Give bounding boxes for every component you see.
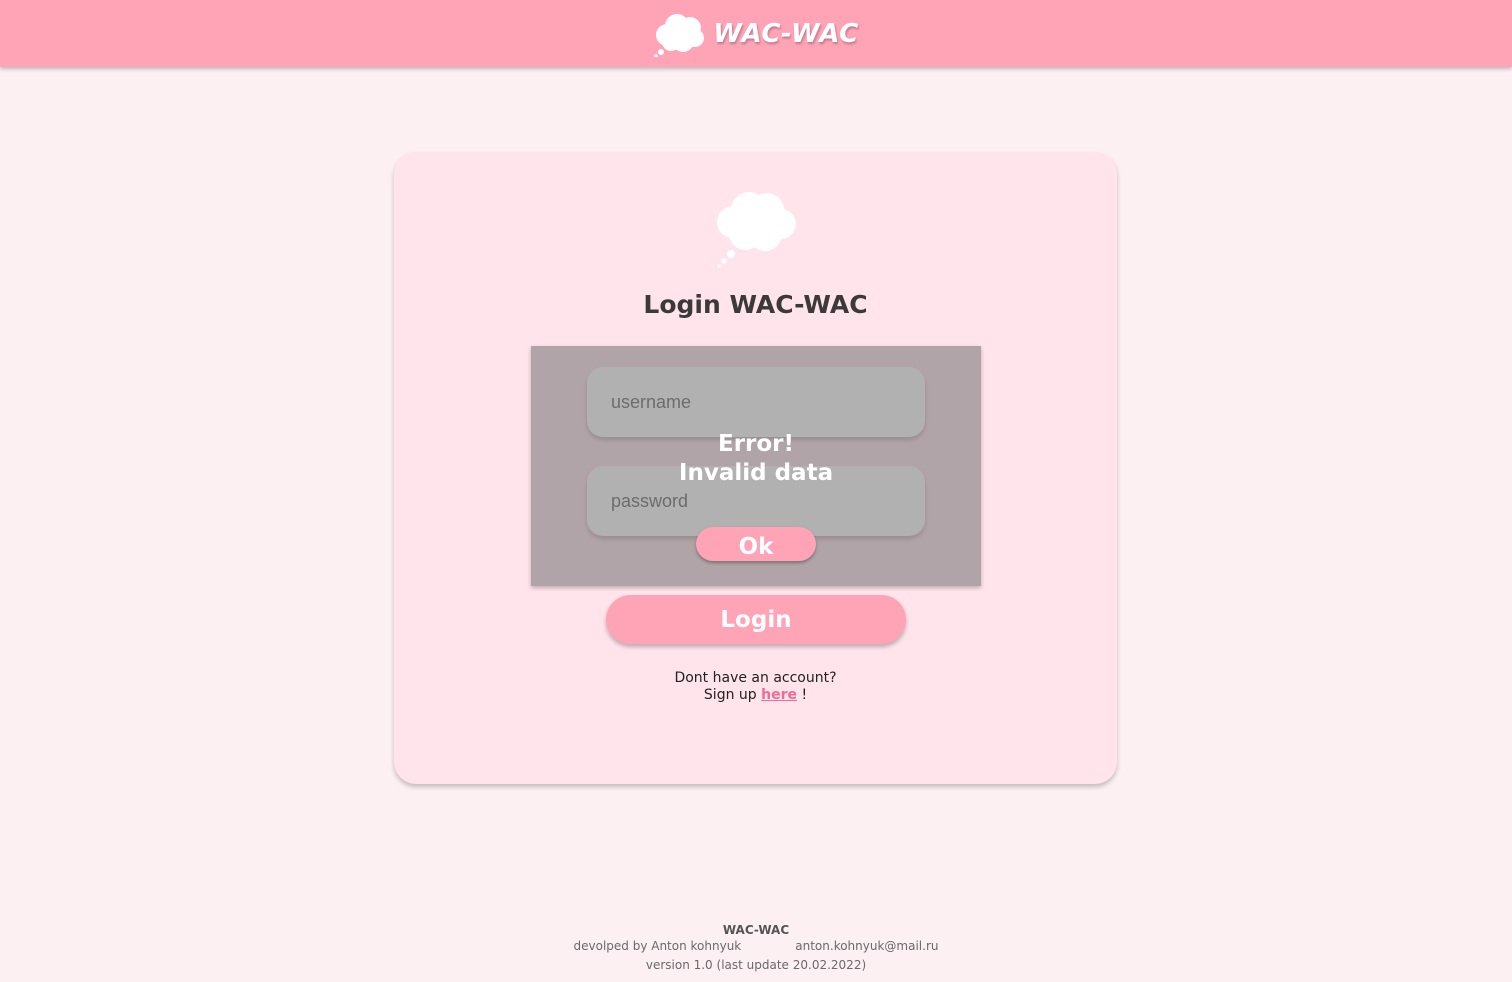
login-button[interactable]: Login [606, 595, 906, 644]
error-message: Error! Invalid data [531, 430, 981, 488]
signup-prompt: Dont have an account? Sign up here ! [394, 670, 1117, 704]
cloud-logo-icon [654, 13, 705, 57]
login-card: Login WAC-WAC Error! Invalid data Ok Log… [394, 152, 1117, 784]
error-detail: Invalid data [678, 460, 834, 486]
footer-credits: devolped by Anton kohnyuk anton.kohnyuk@… [0, 939, 1512, 954]
signup-link[interactable]: here [761, 687, 797, 703]
signup-prefix: Sign up [703, 687, 757, 703]
error-title: Error! [717, 431, 795, 457]
footer-title: WAC-WAC [722, 923, 790, 937]
footer-version: version 1.0 (last update 20.02.2022) [645, 958, 867, 972]
signup-line: Sign up here ! [394, 687, 1117, 704]
footer-email[interactable]: anton.kohnyuk@mail.ru [795, 939, 938, 954]
error-dialog: Error! Invalid data Ok [531, 346, 981, 586]
footer: WAC-WAC devolped by Anton kohnyuk anton.… [0, 923, 1512, 973]
brand[interactable]: WAC-WAC [653, 11, 858, 57]
page-title: Login WAC-WAC [643, 290, 868, 319]
footer-developer: devolped by Anton kohnyuk [573, 939, 742, 953]
ok-button[interactable]: Ok [696, 527, 816, 561]
cloud-icon [717, 192, 796, 268]
login-form: Error! Invalid data Ok [531, 346, 981, 586]
app-title: WAC-WAC [713, 18, 859, 49]
signup-question: Dont have an account? [674, 670, 837, 686]
signup-suffix: ! [801, 687, 808, 703]
top-bar: WAC-WAC [0, 0, 1512, 67]
